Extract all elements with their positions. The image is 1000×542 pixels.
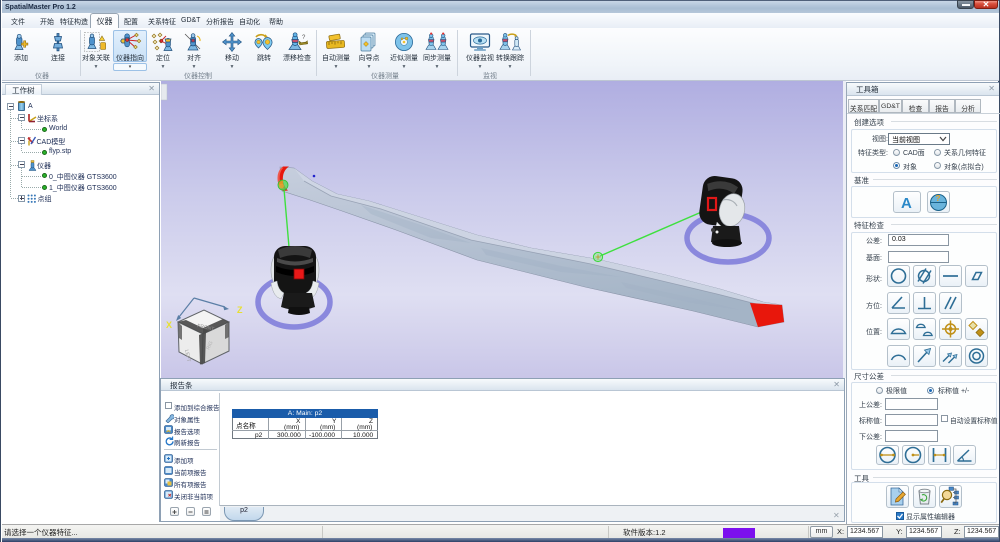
svg-text:Z: Z: [237, 305, 243, 315]
svg-text:X: X: [166, 320, 172, 330]
svg-text:?: ?: [302, 35, 306, 41]
svg-text:?: ?: [936, 194, 941, 203]
svg-text:A: A: [901, 195, 912, 212]
